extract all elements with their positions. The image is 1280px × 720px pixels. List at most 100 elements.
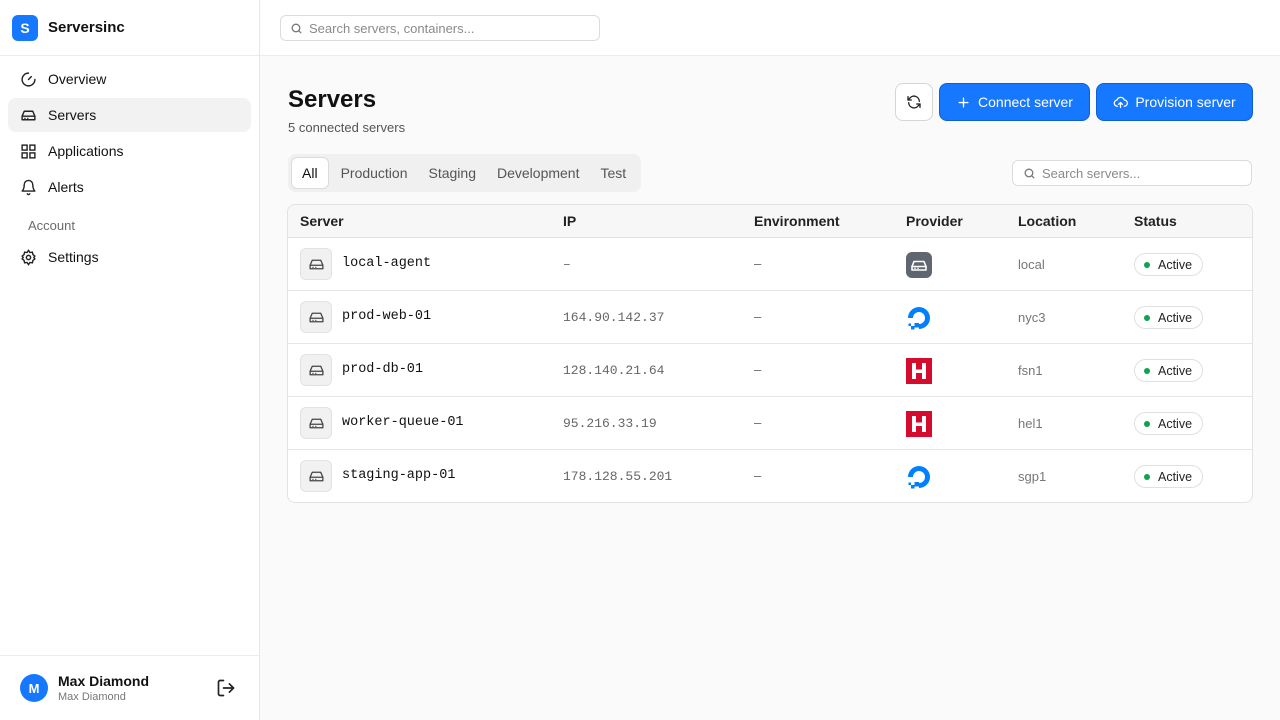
server-environment: –: [754, 309, 762, 324]
brand-logo: S: [12, 14, 38, 41]
status-label: Active: [1158, 310, 1193, 325]
digitalocean-icon: [905, 304, 933, 332]
column-header-environment[interactable]: Environment: [754, 213, 840, 229]
sidebar-item-label: Applications: [48, 143, 124, 159]
server-name[interactable]: worker-queue-01: [342, 415, 464, 430]
sidebar-item-servers[interactable]: Servers: [8, 98, 251, 132]
status-dot: [1144, 420, 1150, 427]
brand[interactable]: S Serversinc: [0, 0, 259, 56]
provision-server-button[interactable]: Provision server: [1096, 83, 1253, 121]
digitalocean-icon: [905, 463, 933, 491]
server-name[interactable]: prod-db-01: [342, 362, 423, 377]
sidebar-item-label: Overview: [48, 71, 107, 87]
column-header-ip[interactable]: IP: [563, 213, 576, 229]
page-subtitle: 5 connected servers: [288, 120, 406, 135]
status-badge: Active: [1134, 306, 1204, 329]
refresh-icon: [907, 95, 921, 109]
status-dot: [1144, 314, 1150, 321]
logout-icon[interactable]: [216, 678, 236, 698]
table-row[interactable]: worker-queue-01 95.216.33.19 – hel1 Acti…: [288, 397, 1252, 450]
status-badge: Active: [1134, 253, 1204, 276]
table-search[interactable]: [1012, 160, 1252, 186]
gear-icon: [21, 248, 36, 266]
connect-server-button[interactable]: Connect server: [939, 83, 1090, 121]
server-environment: –: [754, 468, 762, 483]
tab-all[interactable]: All: [291, 157, 329, 189]
server-name[interactable]: prod-web-01: [342, 309, 431, 324]
hard-drive-icon: [300, 460, 332, 492]
refresh-button[interactable]: [895, 83, 933, 121]
server-location: fsn1: [1018, 363, 1043, 378]
bell-icon: [21, 179, 36, 195]
page-title: Servers: [288, 86, 377, 113]
column-header-provider[interactable]: Provider: [906, 213, 963, 229]
server-location: sgp1: [1018, 469, 1047, 484]
hard-drive-icon: [300, 407, 332, 439]
status-dot: [1144, 367, 1150, 374]
server-ip: 95.216.33.19: [563, 416, 657, 431]
gauge-icon: [21, 71, 36, 87]
status-dot: [1144, 473, 1150, 480]
environment-tabs: All Production Staging Development Test: [288, 154, 642, 192]
local-provider-icon: [905, 251, 933, 279]
table-row[interactable]: staging-app-01 178.128.55.201 – sgp1 Act…: [288, 450, 1252, 502]
global-search[interactable]: [280, 15, 600, 41]
sidebar-item-overview[interactable]: Overview: [8, 62, 251, 96]
brand-name: Serversinc: [48, 19, 125, 36]
column-header-server[interactable]: Server: [300, 213, 344, 229]
sidebar-item-label: Servers: [48, 107, 97, 123]
servers-table: Server IP Environment Provider Location …: [287, 204, 1253, 503]
server-ip: 164.90.142.37: [563, 310, 665, 325]
user-profile[interactable]: M Max Diamond Max Diamond: [0, 655, 259, 720]
user-text: Max Diamond Max Diamond: [58, 673, 149, 703]
hetzner-icon: [905, 410, 933, 438]
status-label: Active: [1158, 416, 1193, 431]
server-ip: 178.128.55.201: [563, 469, 673, 484]
tab-test[interactable]: Test: [591, 157, 635, 189]
status-dot: [1144, 261, 1150, 268]
table-header: Server IP Environment Provider Location …: [288, 205, 1252, 238]
sidebar-item-alerts[interactable]: Alerts: [8, 170, 251, 204]
search-icon: [1024, 168, 1035, 178]
tab-development[interactable]: Development: [488, 157, 589, 189]
hard-drive-icon: [300, 354, 332, 386]
column-header-status[interactable]: Status: [1134, 213, 1177, 229]
server-name[interactable]: staging-app-01: [342, 468, 455, 483]
sidebar: S Serversinc Overview Servers Applicatio…: [0, 0, 260, 720]
provision-server-label: Provision server: [1135, 94, 1236, 110]
server-environment: –: [754, 256, 762, 271]
connect-server-label: Connect server: [978, 94, 1073, 110]
table-row[interactable]: prod-db-01 128.140.21.64 – fsn1 Active: [288, 344, 1252, 397]
server-location: local: [1018, 257, 1045, 272]
server-ip: 128.140.21.64: [563, 363, 665, 378]
cloud-upload-icon: [1114, 96, 1129, 108]
status-label: Active: [1158, 469, 1193, 484]
topbar: [260, 0, 1280, 56]
sidebar-item-settings[interactable]: Settings: [8, 240, 251, 274]
table-row[interactable]: prod-web-01 164.90.142.37 – nyc3 Active: [288, 291, 1252, 344]
sidebar-item-label: Settings: [48, 249, 99, 265]
sidebar-item-applications[interactable]: Applications: [8, 134, 251, 168]
user-subtitle: Max Diamond: [58, 691, 126, 703]
column-header-location[interactable]: Location: [1018, 213, 1076, 229]
table-row[interactable]: local-agent – – local Active: [288, 238, 1252, 291]
status-badge: Active: [1134, 465, 1204, 488]
sidebar-nav: Overview Servers Applications Alerts Acc…: [0, 56, 259, 278]
plus-icon: [958, 96, 969, 108]
server-environment: –: [754, 362, 762, 377]
search-icon: [291, 23, 302, 33]
status-label: Active: [1158, 363, 1193, 378]
server-location: hel1: [1018, 416, 1043, 431]
status-label: Active: [1158, 257, 1193, 272]
tab-production[interactable]: Production: [332, 157, 417, 189]
table-search-input[interactable]: [1042, 165, 1242, 181]
global-search-input[interactable]: [309, 20, 589, 36]
account-section-label: Account: [28, 218, 75, 233]
server-name[interactable]: local-agent: [342, 256, 431, 271]
tab-staging[interactable]: Staging: [420, 157, 485, 189]
hard-drive-icon: [300, 248, 332, 280]
hetzner-icon: [905, 357, 933, 385]
server-ip: –: [563, 257, 571, 272]
grid-icon: [21, 143, 36, 159]
hard-drive-icon: [300, 301, 332, 333]
